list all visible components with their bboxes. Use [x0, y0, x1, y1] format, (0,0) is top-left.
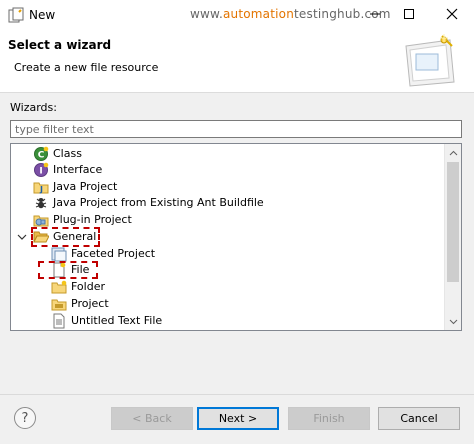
- svg-text:J: J: [39, 185, 43, 194]
- chevron-down-icon: [449, 319, 457, 324]
- maximize-button[interactable]: [397, 3, 421, 25]
- filter-input[interactable]: [10, 120, 462, 138]
- wizard-tree[interactable]: C Class I Interface J Java Project Java …: [10, 143, 462, 331]
- general-highlight-box: [31, 227, 100, 247]
- java-project-icon: J: [33, 182, 49, 194]
- tree-scrollbar[interactable]: [444, 144, 461, 330]
- scroll-thumb[interactable]: [447, 162, 459, 282]
- maximize-icon: [404, 9, 414, 19]
- folder-icon: [51, 280, 67, 294]
- finish-button[interactable]: Finish: [288, 407, 370, 430]
- cancel-button[interactable]: Cancel: [378, 407, 460, 430]
- back-button[interactable]: < Back: [111, 407, 193, 430]
- svg-text:I: I: [39, 167, 42, 177]
- interface-icon: I: [34, 162, 49, 177]
- new-wizard-banner-icon: [405, 34, 455, 87]
- tree-item-label: Plug-in Project: [53, 213, 132, 226]
- plugin-project-icon: [33, 215, 49, 227]
- ant-buildfile-icon: [35, 198, 47, 209]
- chevron-up-icon: [449, 150, 457, 155]
- tree-item-label: Project: [71, 297, 109, 310]
- button-bar-separator: [0, 394, 474, 395]
- watermark: www.automationtestinghub.com: [190, 7, 391, 21]
- minimize-icon: [370, 13, 380, 15]
- minimize-button[interactable]: [363, 3, 387, 25]
- scroll-down-button[interactable]: [445, 313, 461, 330]
- faceted-project-icon: [51, 247, 67, 262]
- eclipse-new-icon: [8, 7, 24, 23]
- class-icon: C: [34, 146, 49, 161]
- scroll-up-button[interactable]: [445, 144, 461, 161]
- tree-item-label: Java Project: [53, 180, 118, 193]
- close-icon: [446, 8, 458, 20]
- tree-item-label: Folder: [71, 280, 105, 293]
- next-button[interactable]: Next >: [197, 407, 279, 430]
- close-button[interactable]: [440, 3, 464, 25]
- watermark-highlight: automation: [222, 7, 295, 21]
- file-highlight-box: [38, 261, 98, 279]
- tree-item-label: Class: [53, 147, 82, 160]
- project-icon: [51, 299, 67, 311]
- header-subtitle: Create a new file resource: [14, 61, 159, 74]
- svg-text:C: C: [38, 151, 45, 161]
- tree-item-label: Faceted Project: [71, 247, 156, 260]
- wizard-header: Select a wizard Create a new file resour…: [0, 30, 474, 93]
- tree-item-label: Interface: [53, 163, 103, 176]
- chevron-down-icon[interactable]: [17, 229, 27, 245]
- window-title: New: [29, 8, 56, 22]
- help-icon: ?: [21, 410, 29, 426]
- header-title: Select a wizard: [8, 38, 112, 52]
- help-button[interactable]: ?: [14, 407, 36, 429]
- text-file-icon: [53, 313, 65, 329]
- tree-item-label: Java Project from Existing Ant Buildfile: [53, 196, 264, 209]
- wizards-label: Wizards:: [10, 101, 57, 114]
- tree-item-label: Untitled Text File: [71, 314, 163, 327]
- title-bar: New www.automationtestinghub.com: [0, 0, 474, 30]
- watermark-prefix: www.: [190, 7, 223, 21]
